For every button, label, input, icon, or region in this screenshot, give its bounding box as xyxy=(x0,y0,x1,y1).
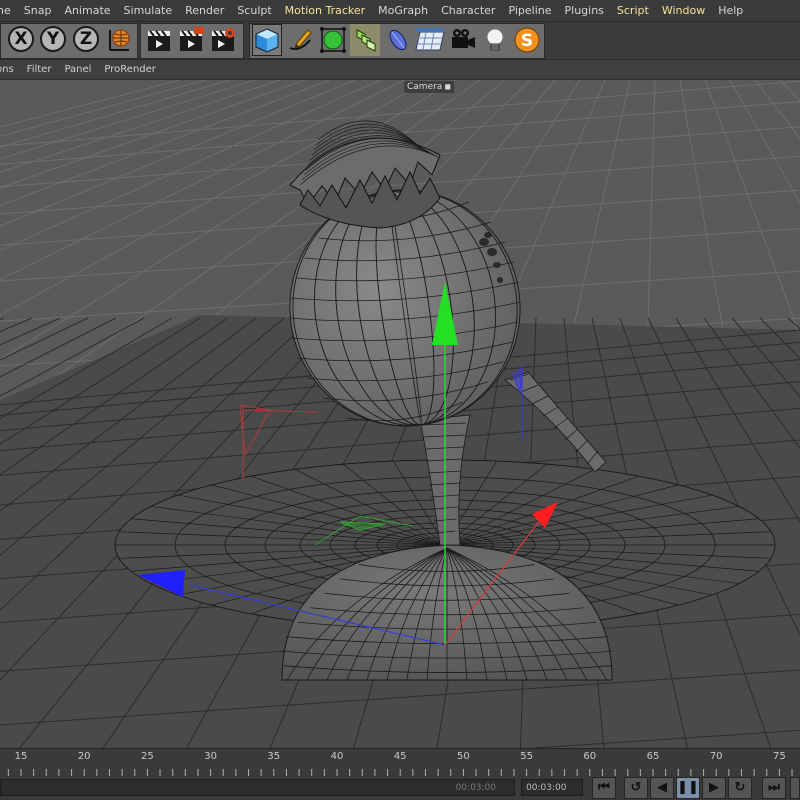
render-view-button[interactable] xyxy=(144,24,174,56)
camera-label: Camera ◼ xyxy=(404,81,454,93)
subdivision-button[interactable] xyxy=(318,24,348,56)
array-icon xyxy=(356,29,376,52)
world-coordinates-icon xyxy=(109,29,130,51)
timeline-ruler[interactable]: 15 20 25 30 35 40 45 50 55 60 65 70 75 xyxy=(0,748,800,777)
menu-character[interactable]: Character xyxy=(435,0,502,21)
previous-key-button[interactable]: ↺ xyxy=(624,777,648,799)
render-view-icon xyxy=(148,30,170,51)
timeline-tick-label: 30 xyxy=(204,751,217,762)
timeline-tick-label: 40 xyxy=(330,751,344,762)
timeline-tick-label: 70 xyxy=(709,751,723,762)
timeline-tick-label: 75 xyxy=(773,751,786,762)
timeline-tick-label: 45 xyxy=(393,751,407,762)
viewport-menu-bar: onsFilterPanelProRender xyxy=(0,60,800,80)
next-key-button[interactable]: ↻ xyxy=(728,777,752,799)
timeline-tick-label: 55 xyxy=(520,751,533,762)
next-frame-button[interactable]: ▶ xyxy=(702,777,726,799)
y-axis-lock-button[interactable]: Y xyxy=(40,26,66,52)
go-to-start-button[interactable]: ⏮ xyxy=(592,777,616,799)
timeline-tick-label: 35 xyxy=(267,751,281,762)
timeline-tick-label: 50 xyxy=(457,751,470,762)
current-time-slider[interactable]: 00:03:00 xyxy=(0,779,515,796)
cube-icon xyxy=(255,28,279,53)
z-axis-lock-button[interactable]: Z xyxy=(73,26,99,52)
menu-bar: neSnapAnimateSimulateRenderSculptMotion … xyxy=(0,0,800,22)
view-menu-prorender[interactable]: ProRender xyxy=(98,64,162,75)
menu-sculpt[interactable]: Sculpt xyxy=(231,0,278,21)
view-menu-panel[interactable]: Panel xyxy=(58,64,98,75)
subdivision-icon xyxy=(320,27,346,53)
deformer-button[interactable] xyxy=(383,24,413,56)
timeline-tick-label: 65 xyxy=(646,751,660,762)
menu-help[interactable]: Help xyxy=(712,0,750,21)
go-to-end-button[interactable]: ⏭ xyxy=(762,777,786,799)
menu-window[interactable]: Window xyxy=(656,0,712,21)
end-time-field[interactable]: 00:03:00 xyxy=(521,779,583,796)
camera-icon xyxy=(452,29,475,48)
menu-mograph[interactable]: MoGraph xyxy=(372,0,435,21)
timeline-tick-label: 20 xyxy=(77,751,91,762)
pause-button[interactable]: ❚❚ xyxy=(676,777,700,799)
menu-snap[interactable]: Snap xyxy=(18,0,59,21)
camera-menu-icon[interactable]: ◼ xyxy=(444,82,451,91)
transport-bar: 00:03:00 00:03:00 ⏮ ↺ ◀ ❚❚ ▶ ↻ ⏭ xyxy=(0,776,800,800)
script-s-button[interactable]: S xyxy=(512,24,542,56)
timeline-tick-label: 15 xyxy=(14,751,28,762)
render-settings-button[interactable] xyxy=(208,24,238,56)
timeline-tick-label: 25 xyxy=(141,751,154,762)
camera-button[interactable] xyxy=(448,24,478,56)
menu-render[interactable]: Render xyxy=(179,0,231,21)
light-button[interactable] xyxy=(480,24,510,56)
main-toolbar: X Y Z S xyxy=(0,22,800,60)
3d-viewport[interactable] xyxy=(0,80,800,748)
svg-text:S: S xyxy=(521,31,533,51)
menu-pipeline[interactable]: Pipeline xyxy=(502,0,558,21)
floor-icon xyxy=(415,28,445,51)
render-picture-viewer-button[interactable] xyxy=(176,24,206,56)
previous-frame-button[interactable]: ◀ xyxy=(650,777,674,799)
render-settings-icon xyxy=(212,28,235,51)
pen-icon xyxy=(289,29,312,50)
array-button[interactable] xyxy=(350,24,380,56)
script-s-icon: S xyxy=(514,27,540,53)
render-picture-viewer-icon xyxy=(180,27,204,51)
view-menu-ons[interactable]: ons xyxy=(0,64,21,75)
menu-ne[interactable]: ne xyxy=(0,0,18,21)
menu-script[interactable]: Script xyxy=(611,0,656,21)
view-menu-filter[interactable]: Filter xyxy=(21,64,59,75)
pen-button[interactable] xyxy=(285,24,315,56)
world-coordinates-button[interactable] xyxy=(104,24,134,56)
menu-plugins[interactable]: Plugins xyxy=(559,0,611,21)
menu-motion-tracker[interactable]: Motion Tracker xyxy=(279,0,372,21)
deformer-icon xyxy=(389,29,407,51)
record-button[interactable] xyxy=(790,777,800,799)
floor-button[interactable] xyxy=(413,24,447,56)
menu-animate[interactable]: Animate xyxy=(58,0,117,21)
x-axis-lock-button[interactable]: X xyxy=(8,26,34,52)
timeline-tick-label: 60 xyxy=(583,751,597,762)
cube-button[interactable] xyxy=(252,24,282,56)
light-icon xyxy=(486,28,504,51)
menu-simulate[interactable]: Simulate xyxy=(118,0,180,21)
viewport-canvas[interactable] xyxy=(0,80,800,748)
